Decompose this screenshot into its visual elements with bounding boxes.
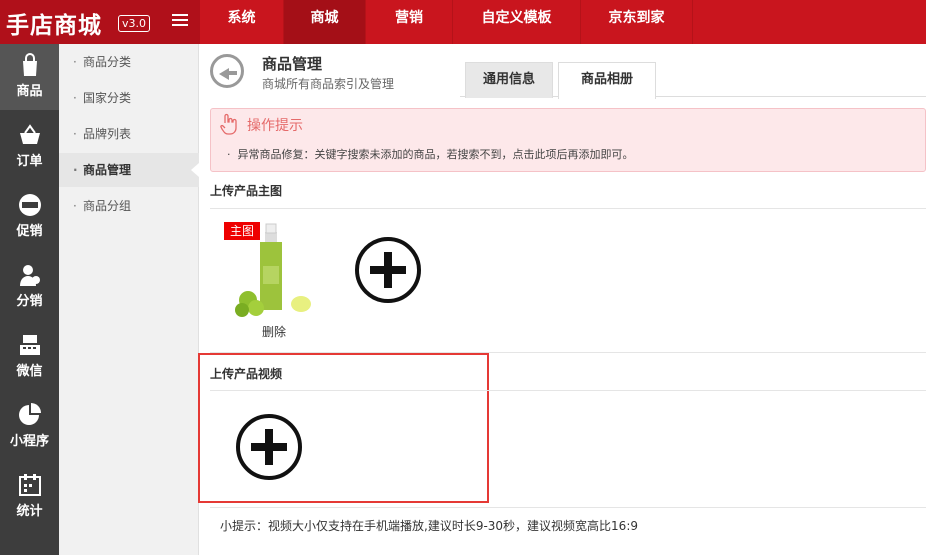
register-icon	[19, 335, 40, 355]
logo-text: 手店商城	[6, 12, 102, 39]
page-title: 商品管理	[262, 55, 323, 73]
calendar-icon	[18, 474, 41, 496]
sidebar-label: 微信	[16, 364, 43, 379]
sidebar-item-goods[interactable]: 商品	[0, 44, 59, 110]
sidebar-label: 统计	[16, 504, 43, 519]
sidebar-label: 分销	[16, 294, 43, 309]
pie-chart-icon	[18, 403, 41, 425]
notice-title: 操作提示	[247, 118, 303, 134]
users-icon	[19, 265, 40, 286]
plus-circle-icon	[236, 414, 302, 480]
notice-text: · 异常商品修复：关键字搜索未添加的商品，若搜索不到，点击此项后再添加即可。	[227, 148, 634, 161]
tab-goods-album[interactable]: 商品相册	[558, 62, 656, 99]
subnav-item-goods-manage[interactable]: 商品管理	[59, 153, 199, 187]
version-badge: v3.0	[118, 15, 151, 32]
divider	[210, 208, 926, 209]
sidebar-label: 促销	[16, 224, 43, 239]
main-image-tag: 主图	[224, 222, 261, 240]
sidebar: 商品 订单 促销 分销 微信 小程序 统计	[0, 44, 59, 555]
add-video-button[interactable]	[220, 400, 320, 500]
sub-nav: 商品分类 国家分类 品牌列表 商品管理 商品分组	[59, 44, 199, 555]
sidebar-item-miniprogram[interactable]: 小程序	[0, 394, 59, 460]
subnav-item-country[interactable]: 国家分类	[59, 81, 199, 115]
delete-image-link[interactable]: 删除	[262, 323, 286, 340]
sale-badge-icon	[18, 194, 41, 216]
page-subtitle: 商城所有商品索引及管理	[262, 77, 395, 91]
divider	[210, 390, 926, 391]
subnav-item-brand[interactable]: 品牌列表	[59, 117, 199, 151]
topnav-jd-daojia[interactable]: 京东到家	[581, 0, 693, 44]
main-content: 商品管理 商城所有商品索引及管理 通用信息 商品相册 操作提示 · 异常商品修复…	[198, 44, 926, 555]
subnav-item-goods-group[interactable]: 商品分组	[59, 189, 199, 223]
back-arrow-icon[interactable]	[210, 54, 244, 88]
sidebar-label: 订单	[16, 154, 43, 169]
shopping-bag-icon	[22, 53, 37, 76]
sidebar-item-promotion[interactable]: 促销	[0, 184, 59, 250]
hand-pointer-icon	[220, 113, 237, 135]
notice-text-body: 异常商品修复：关键字搜索未添加的商品，若搜索不到，点击此项后再添加即可。	[237, 148, 634, 161]
divider	[210, 507, 926, 508]
notice-panel: 操作提示 · 异常商品修复：关键字搜索未添加的商品，若搜索不到，点击此项后再添加…	[210, 108, 926, 172]
topnav-mall[interactable]: 商城	[284, 0, 366, 44]
subnav-item-category[interactable]: 商品分类	[59, 45, 199, 79]
video-tip: 小提示：视频大小仅支持在手机端播放,建议时长9-30秒，建议视频宽高比16:9	[220, 519, 638, 533]
video-section-title: 上传产品视频	[210, 367, 283, 381]
topnav-marketing[interactable]: 营销	[366, 0, 453, 44]
tab-general-info[interactable]: 通用信息	[465, 62, 553, 98]
sidebar-item-distribution[interactable]: 分销	[0, 254, 59, 320]
topnav-system[interactable]: 系统	[200, 0, 284, 44]
plus-circle-icon	[355, 237, 421, 303]
menu-toggle-icon[interactable]	[172, 14, 188, 28]
logo[interactable]: 手店商城 v3.0	[0, 0, 200, 44]
sidebar-item-statistics[interactable]: 统计	[0, 464, 59, 530]
basket-icon	[19, 124, 40, 144]
main-image-section-title: 上传产品主图	[210, 184, 283, 198]
topnav-custom-template[interactable]: 自定义模板	[453, 0, 581, 44]
top-nav: 系统 商城 营销 自定义模板 京东到家	[200, 0, 693, 44]
add-main-image-button[interactable]	[338, 220, 438, 320]
sidebar-item-orders[interactable]: 订单	[0, 114, 59, 180]
top-bar: 手店商城 v3.0 系统 商城 营销 自定义模板 京东到家	[0, 0, 926, 44]
sidebar-label: 商品	[16, 84, 43, 99]
sidebar-label: 小程序	[9, 434, 49, 449]
sidebar-item-wechat[interactable]: 微信	[0, 324, 59, 390]
